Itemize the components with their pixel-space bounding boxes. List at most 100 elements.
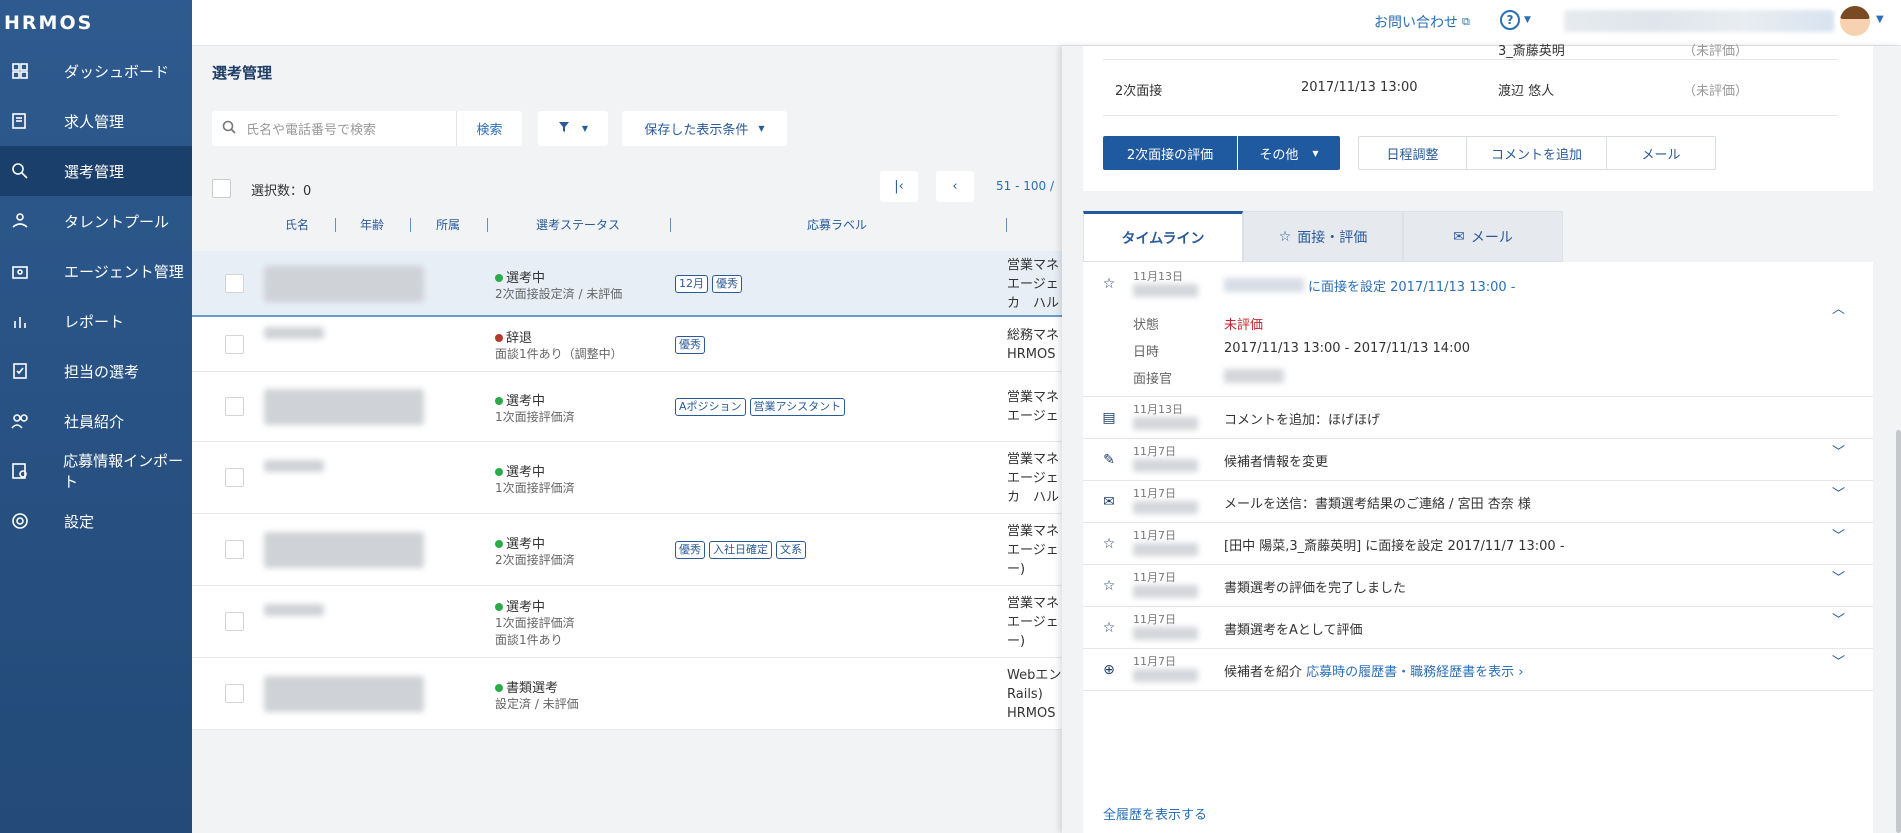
- timeline-item[interactable]: ✎ 11月7日 候補者情報を変更 ﹀: [1083, 439, 1873, 481]
- timeline-item[interactable]: ☆ 11月7日 書類選考をAとして評価 ﹀: [1083, 607, 1873, 649]
- row-checkbox[interactable]: [225, 612, 244, 631]
- status-dot-icon: [495, 683, 503, 692]
- select-all-checkbox[interactable]: [212, 179, 231, 198]
- blurred-name: [1224, 278, 1304, 292]
- table-row[interactable]: 選考中 1次面接評価済 営業マネ エージェカ ハル: [192, 442, 1062, 514]
- col-status[interactable]: 選考ステータス: [536, 216, 620, 233]
- position-line: Rails): [1007, 686, 1043, 702]
- sidebar-item-label: 設定: [64, 512, 95, 531]
- show-all-history-link[interactable]: 全履歴を表示する: [1103, 804, 1207, 823]
- sidebar-item-0[interactable]: ダッシュボード: [0, 46, 192, 96]
- row-checkbox[interactable]: [225, 274, 244, 293]
- chevron-down-icon[interactable]: ﹀: [1832, 567, 1845, 586]
- timeline-text: コメントを追加：ほげほげ: [1224, 409, 1380, 428]
- timeline-text: 書類選考の評価を完了しました: [1224, 577, 1406, 596]
- chevron-down-icon[interactable]: ▼: [1876, 14, 1884, 25]
- sidebar-item-7[interactable]: 社員紹介: [0, 396, 192, 446]
- table-row[interactable]: 選考中 2次面接評価済 優秀 入社日確定 文系 営業マネ エージェ ー): [192, 514, 1062, 586]
- chevron-down-icon[interactable]: ﹀: [1832, 525, 1845, 544]
- interview-row: 3_斎藤英明 （未評価）: [1103, 44, 1838, 60]
- row-checkbox[interactable]: [225, 684, 244, 703]
- col-name[interactable]: 氏名: [285, 216, 309, 233]
- user-name-blurred: [1564, 10, 1834, 32]
- sidebar-item-3[interactable]: タレントプール: [0, 196, 192, 246]
- sidebar-item-label: エージェント管理: [64, 262, 184, 281]
- sidebar-item-9[interactable]: 設定: [0, 496, 192, 546]
- timeline-text[interactable]: に面接を設定 2017/11/13 13:00 -: [1308, 276, 1515, 295]
- schedule-button[interactable]: 日程調整: [1359, 137, 1467, 169]
- sidebar-item-8[interactable]: 応募情報インポート: [0, 446, 192, 496]
- tab-mail[interactable]: ✉ メール: [1403, 211, 1563, 262]
- prev-page-button[interactable]: ‹: [936, 171, 974, 202]
- other-actions-label: その他: [1259, 147, 1299, 163]
- timeline-item[interactable]: ▤ 11月13日 コメントを追加：ほげほげ: [1083, 397, 1873, 439]
- chevron-down-icon[interactable]: ﹀: [1832, 651, 1845, 670]
- sidebar-item-2[interactable]: 選考管理: [0, 146, 192, 196]
- sidebar-item-6[interactable]: 担当の選考: [0, 346, 192, 396]
- status-value: 未評価: [1224, 318, 1264, 333]
- col-affiliation[interactable]: 所属: [436, 216, 460, 233]
- timeline-item[interactable]: ☆ 11月7日 書類選考の評価を完了しました ﹀: [1083, 565, 1873, 607]
- col-labels[interactable]: 応募ラベル: [807, 216, 867, 233]
- contact-link[interactable]: お問い合わせ ⧉: [1374, 12, 1470, 32]
- label-tag: 12月: [675, 275, 708, 293]
- help-menu[interactable]: ? ▼: [1500, 10, 1531, 30]
- scrollbar[interactable]: [1896, 430, 1901, 833]
- sidebar-item-1[interactable]: 求人管理: [0, 96, 192, 146]
- col-age[interactable]: 年齢: [360, 216, 384, 233]
- timeline-actor-blurred: [1133, 669, 1198, 682]
- sidebar-item-4[interactable]: エージェント管理: [0, 246, 192, 296]
- timeline-actor-blurred: [1133, 417, 1198, 430]
- table-row[interactable]: 選考中 2次面接設定済 / 未評価 12月 優秀 営業マネ エージェカ ハル: [192, 251, 1062, 317]
- tab-timeline[interactable]: タイムライン: [1083, 211, 1243, 262]
- resume-link[interactable]: 応募時の履歴書・職務経歴書を表示 ›: [1306, 665, 1523, 680]
- timeline-text-main: コメントを追加：ほげほげ: [1224, 413, 1381, 428]
- add-comment-button[interactable]: コメントを追加: [1467, 137, 1607, 169]
- position-line: ー): [1007, 561, 1026, 577]
- table-row[interactable]: 選考中 1次面接評価済 面談1件あり 営業マネ エージェ ー): [192, 586, 1062, 658]
- sidebar: HRMOS ダッシュボード 求人管理 選考管理 タレントプールエージェント管理レポート…: [0, 0, 192, 833]
- status-text: 書類選考: [506, 680, 559, 696]
- position-line: エージェ: [1007, 276, 1059, 292]
- search-person-icon: [10, 161, 30, 181]
- hrmos-logo[interactable]: HRMOS: [0, 0, 192, 46]
- timeline-item[interactable]: ☆ 11月7日 [田中 陽菜,3_斎藤英明] に面接を設定 2017/11/7 13…: [1083, 523, 1873, 565]
- chevron-down-icon[interactable]: ﹀: [1832, 609, 1845, 628]
- row-checkbox[interactable]: [225, 468, 244, 487]
- timeline-item[interactable]: ⊕ 11月7日 候補者を紹介 応募時の履歴書・職務経歴書を表示 › ﹀: [1083, 649, 1873, 691]
- chevron-down-icon[interactable]: ﹀: [1832, 441, 1845, 460]
- datetime-value: 2017/11/13 13:00 - 2017/11/13 14:00: [1224, 341, 1471, 356]
- table-row[interactable]: 選考中 1次面接評価済 Aポジション 営業アシスタント 営業マネ エージェ: [192, 372, 1062, 442]
- position-cell: 営業マネ エージェ: [1007, 388, 1062, 426]
- first-page-button[interactable]: |‹: [880, 171, 918, 202]
- status-sub: 設定済 / 未評価: [495, 696, 579, 711]
- search-button[interactable]: 検索: [456, 111, 522, 146]
- other-actions-button[interactable]: その他 ▼: [1238, 136, 1340, 170]
- filter-button[interactable]: ▼: [538, 111, 608, 146]
- second-interview-eval-button[interactable]: 2次面接の評価: [1103, 136, 1237, 170]
- sidebar-item-5[interactable]: レポート: [0, 296, 192, 346]
- avatar[interactable]: [1840, 6, 1870, 36]
- sidebar-item-label: 社員紹介: [64, 412, 125, 431]
- timeline-date: 11月7日: [1133, 613, 1176, 626]
- top-header: お問い合わせ ⧉ ? ▼ ▼: [192, 0, 1901, 46]
- table-row[interactable]: 書類選考 設定済 / 未評価 Webエン Rails) HRMOS: [192, 658, 1062, 730]
- position-line: カ ハル: [1007, 489, 1060, 505]
- row-checkbox[interactable]: [225, 334, 244, 354]
- label-list: 12月 優秀: [675, 275, 742, 293]
- saved-conditions-button[interactable]: 保存した表示条件 ▼: [622, 111, 787, 146]
- tab-interview-eval[interactable]: ☆ 面接・評価: [1243, 211, 1403, 262]
- dashboard-icon: [10, 61, 30, 81]
- row-checkbox[interactable]: [225, 397, 244, 416]
- timeline-item[interactable]: ✉ 11月7日 メールを送信：書類選考結果のご連絡 / 宮田 杏奈 様 ﹀: [1083, 481, 1873, 523]
- timeline-actor-blurred: [1133, 459, 1198, 472]
- table-row[interactable]: 辞退 面談1件あり（調整中） 優秀 総務マネ HRMOS: [192, 317, 1062, 372]
- mail-button[interactable]: メール: [1607, 137, 1715, 169]
- search-input[interactable]: 氏名や電話番号で検索: [246, 119, 456, 138]
- timeline-item[interactable]: ☆ 11月13日 に面接を設定 2017/11/13 13:00 - ︿ 状態 …: [1083, 262, 1873, 397]
- chevron-down-icon[interactable]: ﹀: [1832, 483, 1845, 502]
- status-sub: 1次面接評価済: [495, 616, 575, 630]
- timeline-actor-blurred: [1133, 543, 1198, 556]
- row-checkbox[interactable]: [225, 540, 244, 559]
- chevron-up-icon[interactable]: ︿: [1832, 298, 1845, 317]
